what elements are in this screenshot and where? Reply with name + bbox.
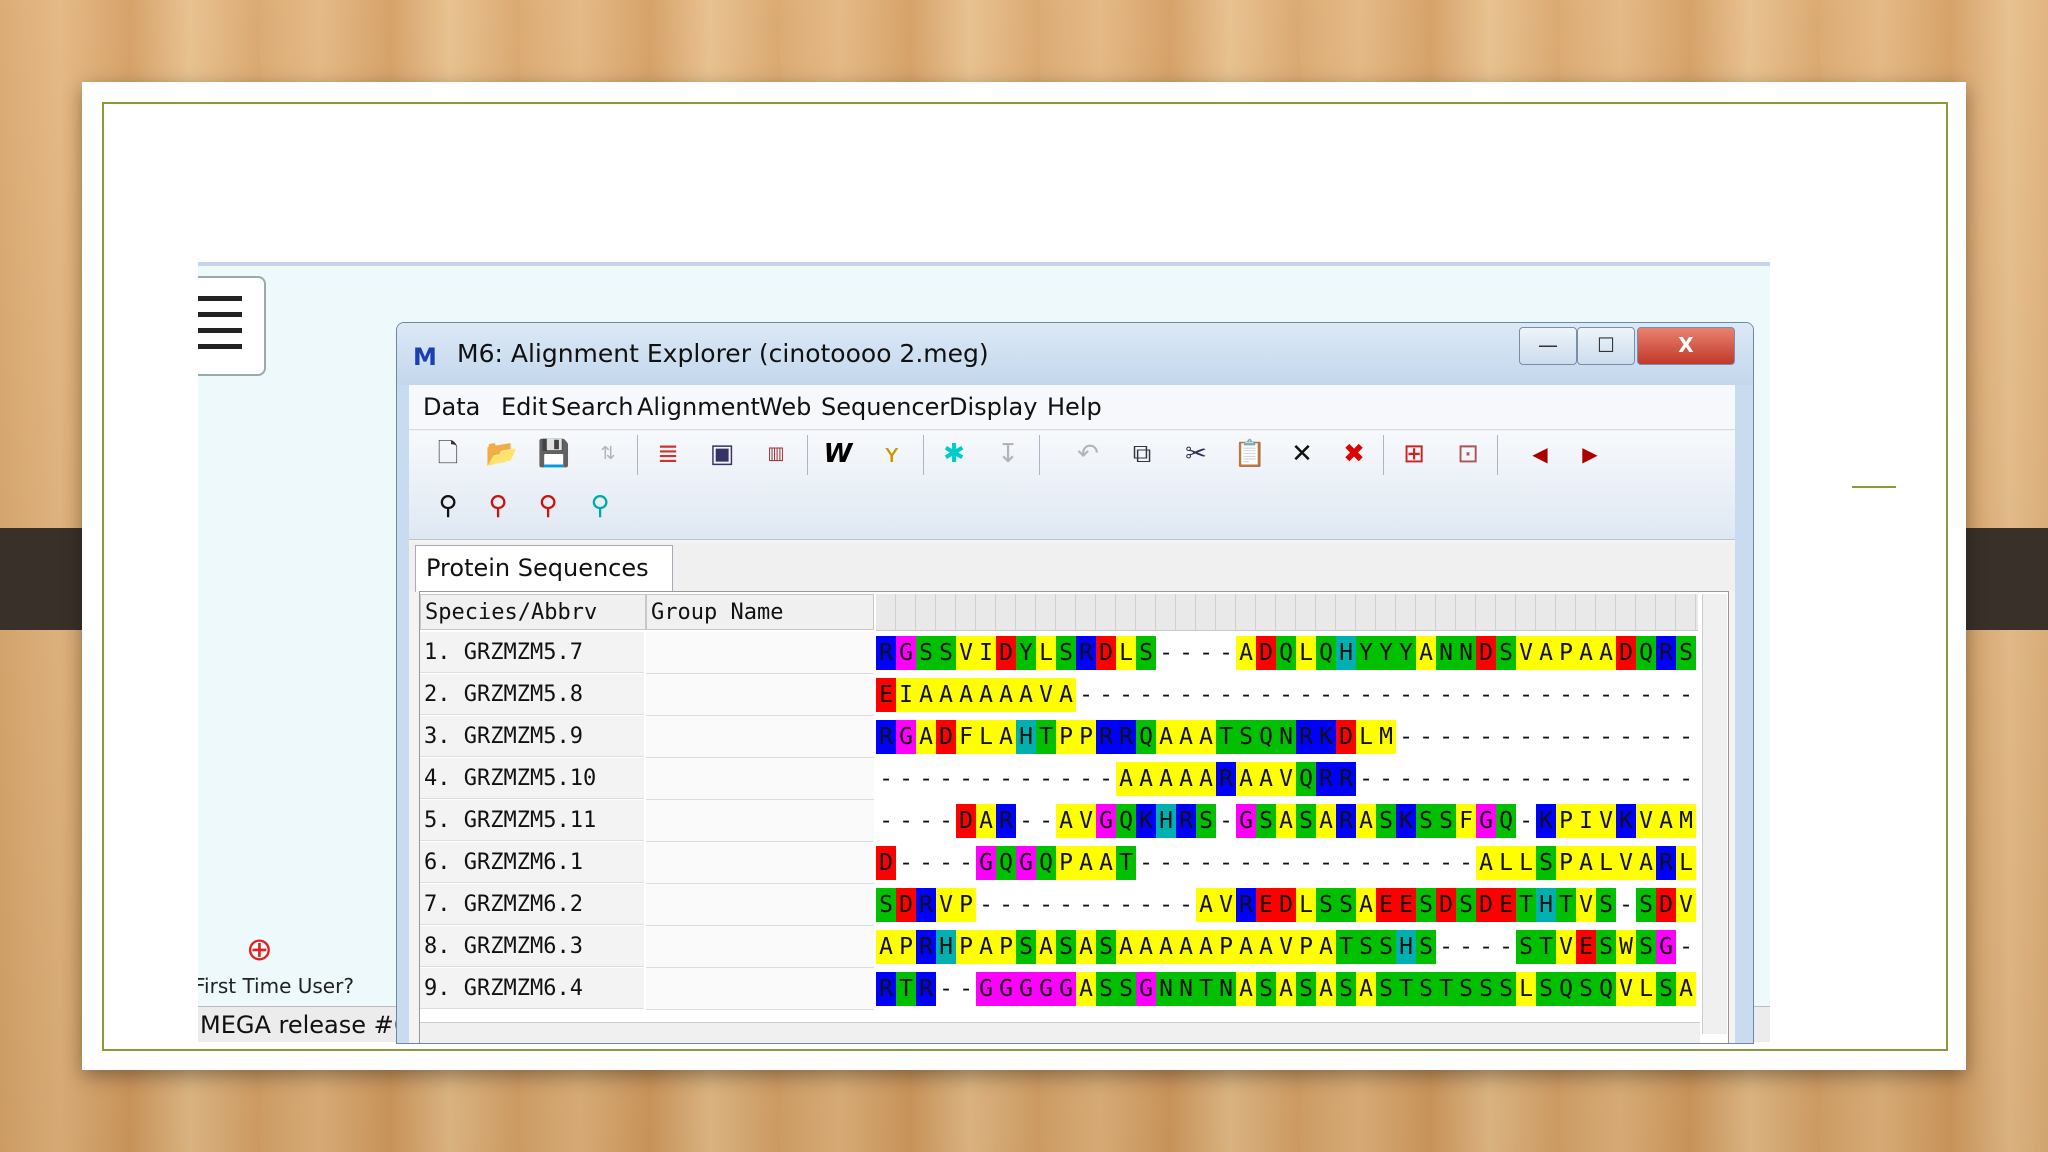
menu-sequencer[interactable]: Sequencer [821,393,949,421]
sequence-label[interactable]: 5. GRZMZM5.11 [420,800,644,841]
sequence-residues[interactable]: ------------AAAAARAAVQRR----------------… [876,762,1696,796]
menu-data[interactable]: Data [423,393,480,421]
species-column-header[interactable]: Species/Abbrv [420,594,646,630]
menu-display[interactable]: Display [949,393,1037,421]
close-button[interactable]: X [1637,327,1735,365]
maximize-button[interactable]: ☐ [1577,327,1635,365]
document-icon[interactable] [198,276,266,376]
sequence-residues[interactable]: RTR--GGGGGASSGNNTNASASASASTSTSSSLSQSQVLS… [876,972,1696,1006]
align-codons-icon[interactable]: ▣ [703,435,741,473]
tab-strip: Protein Sequences [409,543,1735,592]
find-icon[interactable]: ⚲ [429,487,467,525]
background-topline [198,262,1770,266]
highlight-icon[interactable]: ✱ [935,435,973,473]
sequence-residues[interactable]: RGSSVIDYLSRDLS----ADQLQHYYYANNDSVAPAADQR… [876,636,1696,670]
delete-icon[interactable]: ✕ [1283,435,1321,473]
mega-app-icon: M [413,343,437,371]
sequence-row[interactable]: 9. GRZMZM6.4 R T R - - G G G G G A S S G N N T N A S A S A S A S T S… [420,968,1700,1010]
sequence-row[interactable]: 2. GRZMZM5.8 E I A A A A A A V A - - - - - - - - - - - - - - - - - -… [420,674,1700,716]
menu-help[interactable]: Help [1047,393,1102,421]
sequence-residues[interactable]: D----GQGQPAAT-----------------ALLSPALVAR… [876,846,1696,880]
group-column-header[interactable]: Group Name [646,594,874,630]
align-clustal-icon[interactable]: ≣ [649,435,687,473]
find-motif-icon[interactable]: ⚲ [581,487,619,525]
window-title: M6: Alignment Explorer (cinotoooo 2.meg) [457,339,989,368]
copy-icon[interactable]: ⧉ [1123,435,1161,473]
sequence-row[interactable]: 1. GRZMZM5.7 R G S S V I D Y L S R D L S - - - - A D Q L Q H Y Y Y A… [420,632,1700,674]
find-next-icon[interactable]: ⚲ [529,487,567,525]
group-name-cell[interactable] [646,968,874,1010]
move-right-icon[interactable]: ▶ [1571,435,1609,473]
sequence-label[interactable]: 6. GRZMZM6.1 [420,842,644,883]
tab-label: Protein Sequences [426,554,649,582]
paste-icon[interactable]: 📋 [1231,435,1269,473]
toolbar: 🗋 📂 💾 ⇅ ≣ ▣ ▥ W ʏ ✱ ↧ ↶ ⧉ ✂ 📋 ✕ ✖ ⊞ ⊡ ◀ [409,431,1735,540]
group-name-cell[interactable] [646,884,874,926]
group-name-cell[interactable] [646,926,874,968]
title-bar[interactable]: M M6: Alignment Explorer (cinotoooo 2.me… [397,323,1753,385]
sequence-label[interactable]: 3. GRZMZM5.9 [420,716,644,757]
alignment-grid: Species/Abbrv Group Name 1. GRZMZM5.7 R G S… [419,591,1729,1043]
menu-edit[interactable]: Edit [501,393,547,421]
sequence-row[interactable]: 5. GRZMZM5.11 - - - - D A R - - A V G Q K H R S - G S A S A R A S K… [420,800,1700,842]
group-name-cell[interactable] [646,716,874,758]
sequence-label[interactable]: 4. GRZMZM5.10 [420,758,644,799]
minimize-button[interactable]: — [1519,327,1577,365]
accent-line [1852,486,1896,488]
sequence-residues[interactable]: EIAAAAAAVA------------------------------… [876,678,1696,712]
sequence-label[interactable]: 7. GRZMZM6.2 [420,884,644,925]
add-sequence-icon[interactable]: ⊞ [1395,435,1433,473]
marker-icon[interactable]: ↧ [989,435,1027,473]
vertical-scrollbar[interactable] [1702,594,1727,1034]
group-name-cell[interactable] [646,758,874,800]
first-time-user-link[interactable]: First Time User? [198,974,354,998]
sequence-residues[interactable]: APRHPAPSASASAAAAAPAAVPATSSHS----STVESWSG… [876,930,1696,964]
sequence-label[interactable]: 9. GRZMZM6.4 [420,968,644,1009]
sequence-residues[interactable]: RGADFLAHTPPRRQAAATSQNRKDLM--------------… [876,720,1696,754]
move-left-icon[interactable]: ◀ [1521,435,1559,473]
sequence-row[interactable]: 8. GRZMZM6.3 A P R H P A P S A S A S A A A A A P A A V P A T S S H S… [420,926,1700,968]
menu-search[interactable]: Search [551,393,633,421]
sequence-label[interactable]: 8. GRZMZM6.3 [420,926,644,967]
arm-icon[interactable]: ʏ [873,435,911,473]
sequence-row[interactable]: 4. GRZMZM5.10 - - - - - - - - - - - - A A A A A R A A V Q R R - - -… [420,758,1700,800]
group-name-cell[interactable] [646,800,874,842]
window-client: Data Edit Search Alignment Web Sequencer… [409,385,1735,1043]
save-icon[interactable]: 💾 [535,435,573,473]
lifebuoy-icon[interactable]: ⊕ [246,930,273,968]
sequence-residues[interactable]: SDRVP-----------AVREDLSSAEESDSDETHTVS-SD… [876,888,1696,922]
delete-gap-icon[interactable]: ✖ [1335,435,1373,473]
open-folder-icon[interactable]: 📂 [483,435,521,473]
group-name-cell[interactable] [646,842,874,884]
new-file-icon[interactable]: 🗋 [429,435,467,473]
undo-icon[interactable]: ↶ [1069,435,1107,473]
atcg-icon[interactable]: ▥ [757,435,795,473]
sequence-row[interactable]: 7. GRZMZM6.2 S D R V P - - - - - - - - - - - A V R E D L S S A E E S… [420,884,1700,926]
menu-alignment[interactable]: Alignment [637,393,760,421]
menu-web[interactable]: Web [759,393,811,421]
horizontal-scrollbar[interactable] [420,1022,1700,1043]
alignment-explorer-window: M M6: Alignment Explorer (cinotoooo 2.me… [396,322,1754,1044]
menu-bar: Data Edit Search Alignment Web Sequencer… [409,385,1735,430]
sequence-row[interactable]: 6. GRZMZM6.1 D - - - - G Q G Q P A A T - - - - - - - - - - - - - - -… [420,842,1700,884]
site-ruler [876,594,1698,631]
tab-protein-sequences[interactable]: Protein Sequences [415,545,673,592]
group-name-cell[interactable] [646,632,874,674]
sequence-label[interactable]: 2. GRZMZM5.8 [420,674,644,715]
find-previous-icon[interactable]: ⚲ [479,487,517,525]
muscle-w-icon[interactable]: W [819,435,857,473]
translate-icon[interactable]: ⇅ [589,435,627,473]
cut-icon[interactable]: ✂ [1177,435,1215,473]
sequence-label[interactable]: 1. GRZMZM5.7 [420,632,644,673]
group-name-cell[interactable] [646,674,874,716]
sequence-residues[interactable]: ----DAR--AVGQKHRS-GSASARASKSSFGQ-KPIVKVA… [876,804,1696,838]
sequence-row[interactable]: 3. GRZMZM5.9 R G A D F L A H T P P R R Q A A A T S Q N R K D L M - -… [420,716,1700,758]
import-icon[interactable]: ⊡ [1449,435,1487,473]
